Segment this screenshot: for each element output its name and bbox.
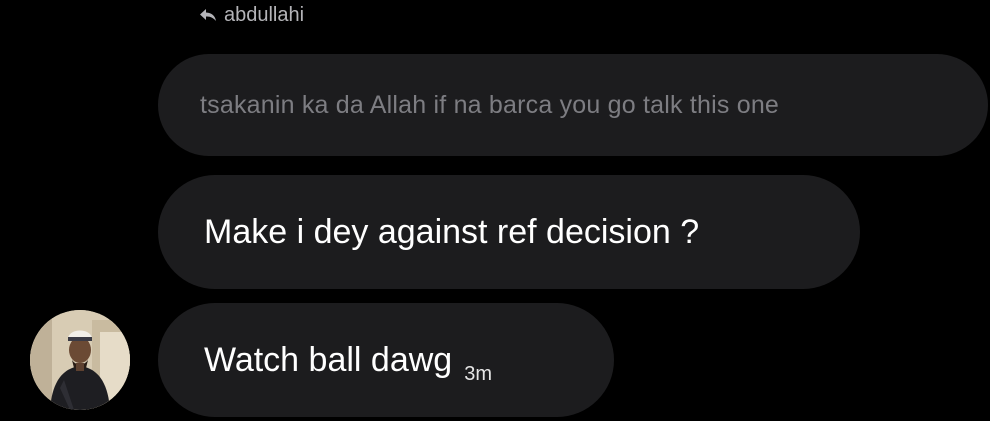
message-text: Make i dey against ref decision ? <box>204 212 700 251</box>
user-avatar[interactable] <box>30 310 130 410</box>
quoted-message-text: tsakanin ka da Allah if na barca you go … <box>200 90 780 119</box>
reply-arrow-icon <box>198 5 218 25</box>
message-bubble[interactable]: Watch ball dawg 3m <box>158 303 614 417</box>
reply-header: abdullahi <box>198 2 304 28</box>
message-text: Watch ball dawg <box>204 340 453 379</box>
message-timestamp: 3m <box>464 362 492 385</box>
message-bubble[interactable]: Make i dey against ref decision ? <box>158 175 860 289</box>
reply-username[interactable]: abdullahi <box>224 4 304 27</box>
quoted-message-bubble[interactable]: tsakanin ka da Allah if na barca you go … <box>158 54 988 156</box>
